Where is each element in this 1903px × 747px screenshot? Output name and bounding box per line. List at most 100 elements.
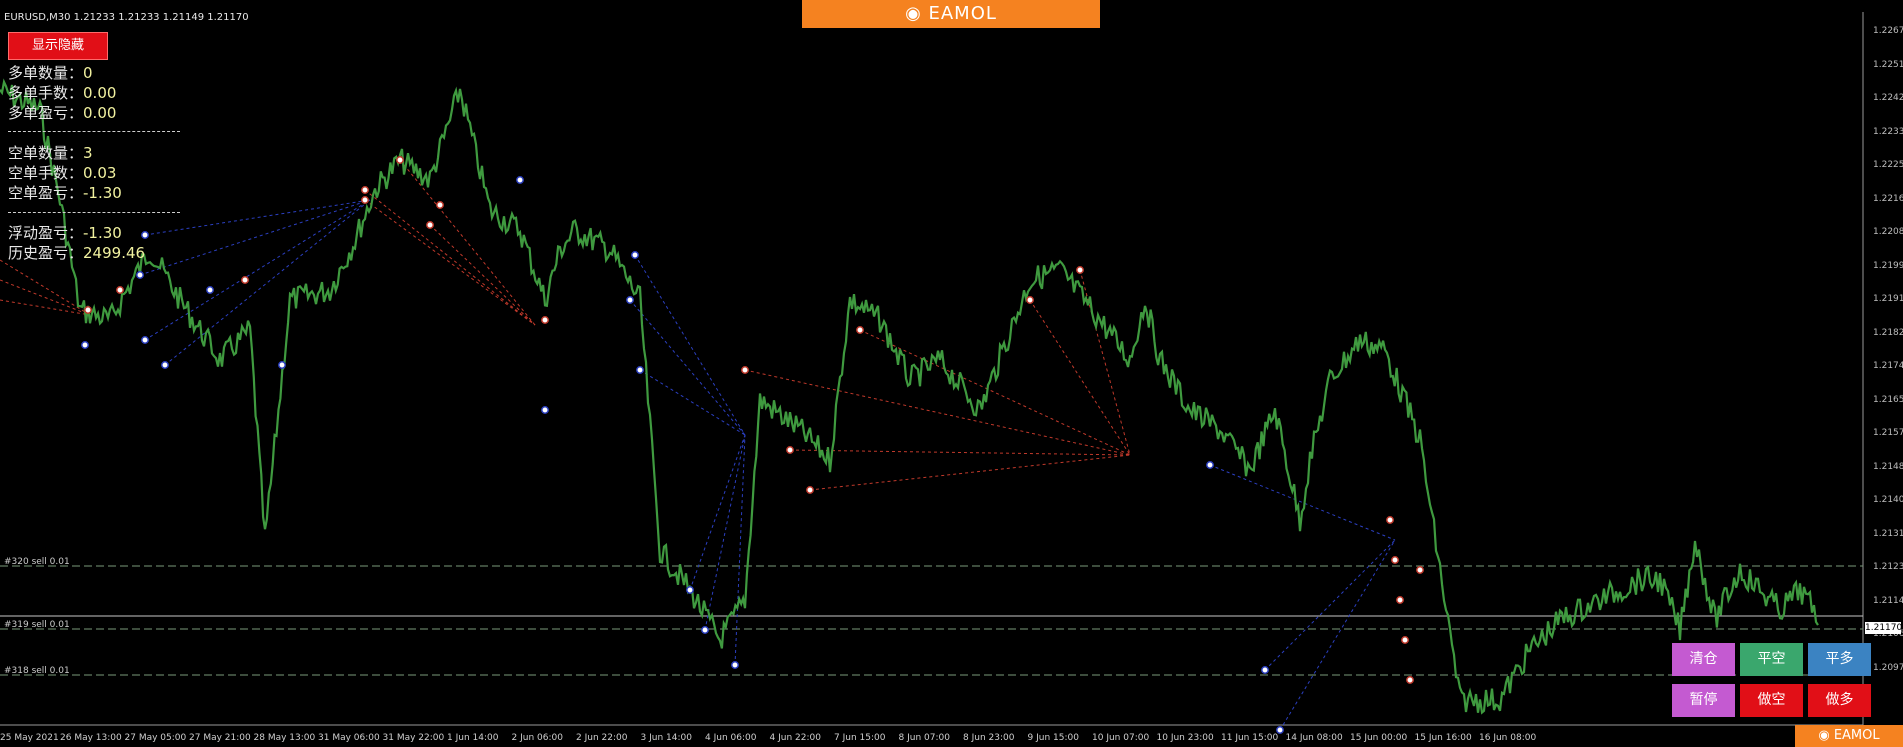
trade-marker: [1396, 596, 1404, 604]
trade-marker: [856, 326, 864, 334]
brand-banner-bottom: ◉ EAMOL: [1795, 725, 1903, 747]
time-tick-label: 28 May 13:00: [253, 733, 316, 743]
trade-marker: [686, 586, 694, 594]
trade-connector-line: [164, 199, 371, 366]
trade-marker: [1206, 461, 1214, 469]
time-tick-label: 11 Jun 15:00: [1221, 733, 1279, 743]
price-tick-label: 1.21485: [1873, 461, 1903, 472]
toggle-visibility-button[interactable]: 显示隐藏: [8, 32, 108, 60]
close-long-button[interactable]: 平多: [1808, 643, 1871, 676]
trade-marker: [116, 286, 124, 294]
trade-marker: [81, 341, 89, 349]
trade-marker: [436, 201, 444, 209]
time-tick-label: 4 Jun 22:00: [769, 733, 821, 743]
panel-divider: [8, 131, 180, 132]
trade-marker: [396, 156, 404, 164]
trade-connector-line: [1264, 539, 1396, 671]
time-tick-label: 27 May 05:00: [124, 733, 187, 743]
trade-marker: [278, 361, 286, 369]
short-lots-row: 空单手数：0.03: [8, 164, 117, 182]
time-tick-label: 4 Jun 06:00: [705, 733, 757, 743]
trade-marker: [1406, 676, 1414, 684]
long-count-row: 多单数量：0: [8, 64, 93, 82]
order-label-319: #319 sell 0.01: [4, 620, 70, 630]
price-tick-label: 1.21315: [1873, 528, 1903, 539]
trade-marker: [631, 251, 639, 259]
trade-marker: [806, 486, 814, 494]
trade-connector-line: [144, 199, 371, 236]
trade-connector-line: [0, 299, 91, 316]
trade-connector-line: [1279, 539, 1396, 731]
trade-connector-line: [1079, 269, 1131, 456]
trade-connector-lines: [0, 159, 1396, 731]
time-tick-label: 10 Jun 07:00: [1092, 733, 1150, 743]
trade-marker: [241, 276, 249, 284]
price-tick-label: 1.22080: [1873, 227, 1903, 237]
panel-divider: [8, 212, 180, 213]
trade-connector-line: [809, 454, 1131, 491]
price-tick-label: 1.22250: [1873, 160, 1903, 170]
trade-marker: [426, 221, 434, 229]
price-tick-label: 1.22675: [1873, 26, 1903, 36]
time-tick-label: 16 Jun 08:00: [1479, 733, 1537, 743]
price-tick-label: 1.22335: [1873, 126, 1903, 137]
time-tick-label: 7 Jun 15:00: [834, 733, 886, 743]
trade-marker: [361, 186, 369, 194]
pause-button[interactable]: 暂停: [1672, 684, 1735, 717]
trade-marker: [206, 286, 214, 294]
trade-marker: [741, 366, 749, 374]
brand-logo-icon: ◉: [1818, 728, 1834, 743]
close-all-button[interactable]: 清仓: [1672, 643, 1735, 676]
trade-marker: [1391, 556, 1399, 564]
time-tick-label: 9 Jun 15:00: [1027, 733, 1079, 743]
time-tick-label: 1 Jun 14:00: [447, 733, 499, 743]
trade-connector-line: [399, 159, 536, 326]
order-label-318: #318 sell 0.01: [4, 666, 70, 676]
trade-marker: [1261, 666, 1269, 674]
price-tick-label: 1.22165: [1873, 193, 1903, 204]
price-tick-label: 1.21570: [1873, 428, 1903, 438]
time-tick-label: 10 Jun 23:00: [1156, 733, 1214, 743]
trade-marker: [141, 231, 149, 239]
price-tick-label: 1.22510: [1873, 59, 1903, 70]
trade-marker: [84, 306, 92, 314]
trade-connector-line: [639, 369, 746, 436]
trade-marker: [361, 196, 369, 204]
trade-connector-line: [789, 449, 1131, 456]
price-tick-label: 1.20975: [1873, 662, 1903, 673]
time-tick-label: 27 May 21:00: [189, 733, 251, 743]
long-pl-row: 多单盈亏：0.00: [8, 104, 117, 122]
time-tick-label: 26 May 13:00: [60, 733, 122, 743]
float-pl-row: 浮动盈亏：-1.30: [8, 224, 122, 242]
open-short-button[interactable]: 做空: [1740, 684, 1803, 717]
time-tick-label: 8 Jun 23:00: [963, 733, 1015, 743]
time-tick-label: 15 Jun 00:00: [1350, 733, 1408, 743]
short-pl-row: 空单盈亏：-1.30: [8, 184, 122, 202]
trade-marker: [731, 661, 739, 669]
trade-marker: [1416, 566, 1424, 574]
trade-marker: [1076, 266, 1084, 274]
time-tick-label: 3 Jun 14:00: [640, 733, 692, 743]
long-lots-row: 多单手数：0.00: [8, 84, 117, 102]
time-tick-label: 8 Jun 07:00: [898, 733, 950, 743]
trade-connector-line: [689, 434, 746, 591]
time-tick-label: 31 May 22:00: [382, 733, 445, 743]
trade-marker: [1026, 296, 1034, 304]
price-chart-canvas[interactable]: [0, 0, 1903, 747]
order-label-320: #320 sell 0.01: [4, 557, 70, 567]
chart-symbol-title: EURUSD,M30 1.21233 1.21233 1.21149 1.211…: [4, 12, 249, 23]
close-short-button[interactable]: 平空: [1740, 643, 1803, 676]
price-tick-label: 1.22420: [1873, 93, 1903, 103]
price-tick-label: 1.21995: [1873, 260, 1903, 271]
trade-connector-line: [364, 189, 536, 326]
open-long-button[interactable]: 做多: [1808, 684, 1871, 717]
price-tick-label: 1.21230: [1873, 562, 1903, 572]
brand-logo-icon: ◉: [905, 3, 929, 24]
price-tick-label: 1.21145: [1873, 595, 1903, 606]
trade-markers: [81, 156, 1424, 734]
trade-connector-line: [744, 369, 1131, 456]
time-tick-label: 2 Jun 22:00: [576, 733, 628, 743]
trade-marker: [141, 336, 149, 344]
trade-marker: [786, 446, 794, 454]
time-tick-label: 25 May 2021: [0, 733, 59, 743]
